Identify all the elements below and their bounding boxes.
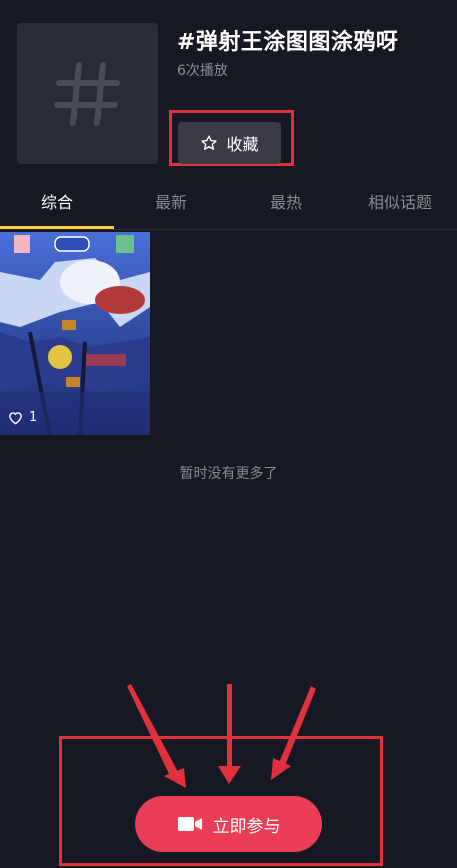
join-now-button[interactable]: 立即参与 [135,796,322,852]
tab-similar-topics[interactable]: 相似话题 [343,189,457,229]
star-icon [201,135,218,150]
tab-comprehensive[interactable]: 综合 [0,189,114,229]
video-thumbnail[interactable]: 1 [0,232,150,435]
heart-icon [9,411,22,424]
topic-cover [17,23,158,164]
hash-icon [53,61,120,126]
collect-label: 收藏 [226,135,259,154]
topic-title: #弹射王涂图图涂鸦呀 [177,30,399,55]
no-more-content-text: 暂时没有更多了 [179,466,278,482]
tab-hottest[interactable]: 最热 [229,189,343,229]
tab-latest[interactable]: 最新 [114,189,228,229]
active-tab-indicator [0,226,114,229]
join-now-label: 立即参与 [212,816,281,837]
like-count: 1 [8,410,37,425]
play-count: 6次播放 [177,63,228,79]
tab-bar: 综合 最新 最热 相似话题 [0,189,457,230]
collect-button[interactable]: 收藏 [178,122,281,164]
video-camera-icon [177,817,202,831]
game-scene-image [0,232,150,435]
